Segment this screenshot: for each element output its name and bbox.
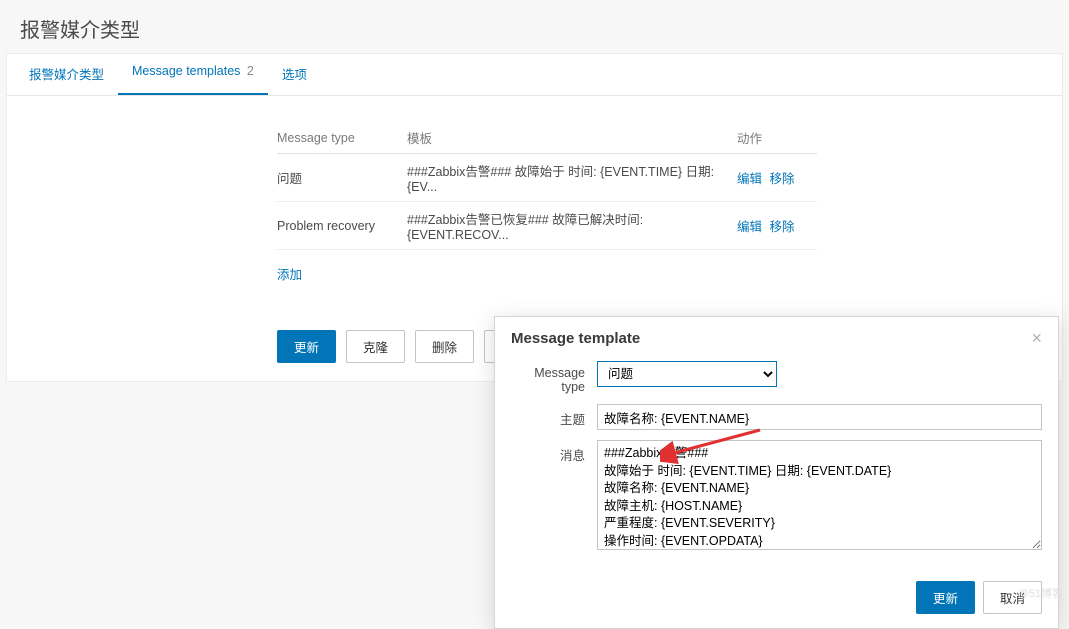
page-title: 报警媒介类型	[0, 0, 1069, 53]
cell-template: ###Zabbix告警已恢复### 故障已解决时间: {EVENT.RECOV.…	[407, 202, 737, 250]
remove-link[interactable]: 移除	[770, 220, 795, 234]
subject-input[interactable]	[597, 404, 1042, 430]
close-icon[interactable]: ×	[1031, 329, 1042, 347]
table-row: Problem recovery ###Zabbix告警已恢复### 故障已解决…	[277, 202, 817, 250]
add-link[interactable]: 添加	[277, 257, 302, 283]
modal-footer: 更新 取消	[495, 573, 1058, 628]
label-subject: 主题	[511, 404, 597, 428]
content-area: Message type 模板 动作 问题 ###Zabbix告警### 故障始…	[7, 96, 1062, 312]
label-message: 消息	[511, 440, 597, 464]
tab-media-type[interactable]: 报警媒介类型	[15, 54, 118, 95]
tab-message-templates-count: 2	[247, 64, 254, 78]
label-message-type: Message type	[511, 361, 597, 394]
templates-table: Message type 模板 动作 问题 ###Zabbix告警### 故障始…	[277, 122, 817, 290]
watermark: @51博客	[1018, 585, 1063, 601]
th-template: 模板	[407, 122, 737, 154]
tabs: 报警媒介类型 Message templates 2 选项	[7, 54, 1062, 96]
cell-template: ###Zabbix告警### 故障始于 时间: {EVENT.TIME} 日期:…	[407, 154, 737, 202]
update-button[interactable]: 更新	[277, 330, 336, 363]
cell-type: 问题	[277, 154, 407, 202]
modal-body: Message type 问题 主题 消息	[495, 355, 1058, 573]
message-template-modal: Message template × Message type 问题 主题 消息…	[494, 316, 1059, 629]
modal-title: Message template	[511, 330, 640, 347]
modal-update-button[interactable]: 更新	[916, 581, 975, 614]
cell-type: Problem recovery	[277, 202, 407, 250]
table-row: 添加	[277, 250, 817, 291]
clone-button[interactable]: 克隆	[346, 330, 405, 363]
message-type-select[interactable]: 问题	[597, 361, 777, 387]
th-type: Message type	[277, 122, 407, 154]
tab-options[interactable]: 选项	[268, 54, 321, 95]
edit-link[interactable]: 编辑	[737, 220, 762, 234]
modal-header: Message template ×	[495, 317, 1058, 355]
cell-actions: 编辑 移除	[737, 202, 817, 250]
message-textarea[interactable]	[597, 440, 1042, 550]
th-actions: 动作	[737, 122, 817, 154]
tab-message-templates-label: Message templates	[132, 64, 240, 78]
table-row: 问题 ###Zabbix告警### 故障始于 时间: {EVENT.TIME} …	[277, 154, 817, 202]
tab-message-templates[interactable]: Message templates 2	[118, 54, 268, 95]
edit-link[interactable]: 编辑	[737, 172, 762, 186]
delete-button[interactable]: 删除	[415, 330, 474, 363]
remove-link[interactable]: 移除	[770, 172, 795, 186]
cell-actions: 编辑 移除	[737, 154, 817, 202]
